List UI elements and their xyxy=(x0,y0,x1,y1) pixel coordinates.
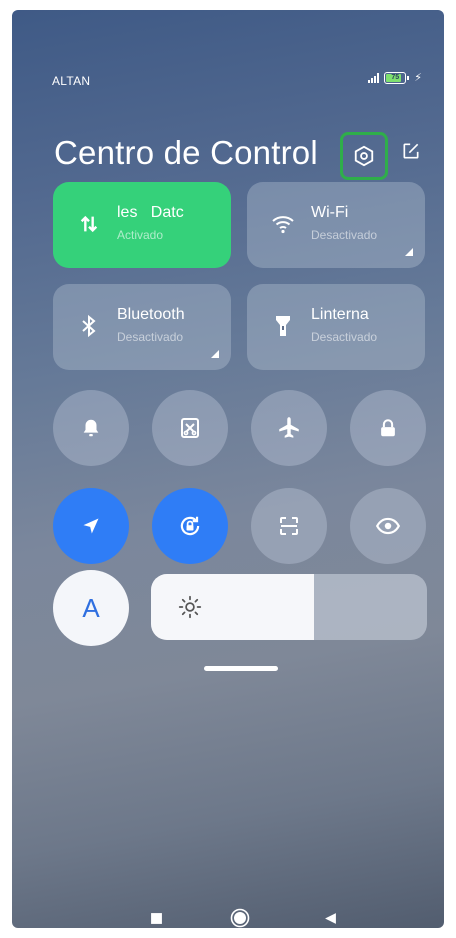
battery-level: 75 xyxy=(391,74,400,81)
tile-mobile-data[interactable]: les Datc Activado xyxy=(53,182,231,268)
charging-icon: ⚡ xyxy=(414,72,422,84)
tile-label: Bluetooth xyxy=(117,306,185,323)
eye-icon xyxy=(375,517,401,535)
wifi-icon xyxy=(271,212,295,236)
auto-brightness-icon: A xyxy=(82,592,100,623)
gear-hexagon-icon xyxy=(354,145,374,167)
toggle-airplane[interactable] xyxy=(251,390,327,466)
edit-button[interactable] xyxy=(398,138,424,164)
toggle-rotation-lock[interactable] xyxy=(152,488,228,564)
carrier-name: ALTAN xyxy=(52,74,91,88)
home-icon[interactable] xyxy=(230,908,250,928)
toggle-scanner[interactable] xyxy=(251,488,327,564)
tile-wifi[interactable]: Wi-Fi Desactivado xyxy=(247,182,425,268)
auto-brightness-button[interactable]: A xyxy=(53,570,129,646)
tile-state: Activado xyxy=(117,228,164,242)
lock-icon xyxy=(381,419,395,437)
tile-label: Wi-Fi xyxy=(311,204,349,221)
brightness-slider[interactable] xyxy=(151,574,427,640)
signal-icon xyxy=(368,72,380,83)
control-center-screen: ALTAN 75 ⚡ Centro de Control les Datc Ac… xyxy=(12,10,444,928)
brightness-fill xyxy=(151,574,314,640)
battery-icon: 75 xyxy=(384,71,407,84)
location-icon xyxy=(83,518,99,534)
settings-button[interactable] xyxy=(340,132,388,180)
battery-nub xyxy=(407,75,410,80)
tile-label: les Datc xyxy=(117,204,184,221)
bluetooth-icon xyxy=(77,314,101,338)
toggle-location[interactable] xyxy=(53,488,129,564)
edit-icon xyxy=(403,143,419,159)
tile-bluetooth[interactable]: Bluetooth Desactivado xyxy=(53,284,231,370)
page-title: Centro de Control xyxy=(54,134,318,171)
navigation-bar xyxy=(12,908,444,928)
status-icons: 75 ⚡ xyxy=(368,71,422,84)
expand-corner-icon[interactable] xyxy=(211,350,219,358)
rotation-lock-icon xyxy=(180,516,200,536)
airplane-icon xyxy=(279,417,299,438)
mobile-data-icon xyxy=(77,212,101,236)
tile-state: Desactivado xyxy=(311,228,378,242)
sun-icon xyxy=(178,595,202,619)
expand-corner-icon[interactable] xyxy=(405,248,413,256)
screenshot-icon xyxy=(181,418,199,438)
back-icon[interactable] xyxy=(320,908,340,928)
tile-state: Desactivado xyxy=(311,330,378,344)
scanner-icon xyxy=(280,517,298,535)
toggle-lock[interactable] xyxy=(350,390,426,466)
toggle-reading-mode[interactable] xyxy=(350,488,426,564)
toggle-screenshot[interactable] xyxy=(152,390,228,466)
bell-icon xyxy=(83,419,99,437)
tile-state: Desactivado xyxy=(117,330,184,344)
flashlight-icon xyxy=(271,314,295,338)
tile-flashlight[interactable]: Linterna Desactivado xyxy=(247,284,425,370)
toggle-silent[interactable] xyxy=(53,390,129,466)
dismiss-handle[interactable] xyxy=(204,666,278,671)
recents-icon[interactable] xyxy=(146,908,166,928)
tile-label: Linterna xyxy=(311,306,369,323)
